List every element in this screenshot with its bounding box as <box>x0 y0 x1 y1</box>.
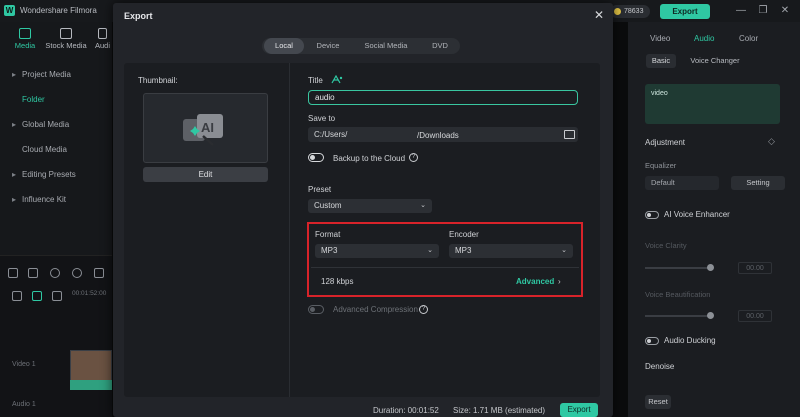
voice-clarity-label: Voice Clarity <box>645 241 687 250</box>
voice-beautification-label: Voice Beautification <box>645 290 711 299</box>
ai-voice-enhancer-label: AI Voice Enhancer <box>664 210 730 219</box>
ai-voice-enhancer-toggle[interactable] <box>645 211 659 219</box>
help-icon[interactable]: ? <box>409 153 418 162</box>
encoder-select[interactable]: MP3 ⌄ <box>449 244 573 258</box>
maximize-icon[interactable]: ❐ <box>756 4 770 18</box>
title-label: Title <box>308 76 323 85</box>
divider <box>289 63 290 397</box>
track-settings-icon[interactable] <box>52 291 62 301</box>
duration-text: Duration: 00:01:52 <box>373 406 439 415</box>
close-icon[interactable]: ✕ <box>592 8 606 22</box>
sidebar-item-project-media[interactable]: ▸ Project Media <box>12 70 71 79</box>
preset-select[interactable]: Custom ⌄ <box>308 199 432 213</box>
format-label: Format <box>315 230 341 239</box>
bitrate-value: 128 kbps <box>321 277 354 286</box>
undo-icon[interactable] <box>50 268 60 278</box>
sidebar-item-influence-kit[interactable]: ▸ Influence Kit <box>12 195 66 204</box>
advanced-compression-toggle[interactable] <box>308 305 324 314</box>
adjustment-title: Adjustment <box>645 138 686 147</box>
tab-color[interactable]: Color <box>739 34 758 43</box>
backup-cloud-toggle[interactable] <box>308 153 324 162</box>
chevron-down-icon: ⌄ <box>561 247 567 254</box>
audio-ducking-toggle[interactable] <box>645 337 659 345</box>
tab-social-media[interactable]: Social Media <box>356 38 416 54</box>
help-icon[interactable]: ? <box>419 305 428 314</box>
audio-waveform <box>70 380 112 390</box>
advanced-compression-label: Advanced Compression <box>333 305 418 314</box>
voice-beautification-slider[interactable] <box>645 312 714 319</box>
advanced-settings-link[interactable]: Advanced <box>516 277 554 286</box>
encoder-label: Encoder <box>449 230 479 239</box>
tab-stock-media[interactable]: Stock Media <box>45 28 87 50</box>
equalizer-select[interactable]: Default <box>645 176 719 190</box>
ai-rename-icon[interactable] <box>331 75 343 84</box>
sidebar-item-global-media[interactable]: ▸ Global Media <box>12 120 69 129</box>
divider <box>311 267 579 268</box>
filmora-logo: W <box>4 5 15 16</box>
backup-cloud-label: Backup to the Cloud <box>333 154 406 163</box>
svg-text:AI: AI <box>201 120 214 135</box>
timecode: 00:01:52:00 <box>72 290 107 297</box>
size-text: Size: 1.71 MB (estimated) <box>453 406 546 415</box>
diamond-icon[interactable]: ◇ <box>768 136 775 147</box>
add-track-icon[interactable] <box>12 291 22 301</box>
sidebar-item-folder[interactable]: Folder <box>12 95 45 104</box>
equalizer-setting-button[interactable]: Setting <box>731 176 785 190</box>
snap-icon[interactable] <box>32 291 42 301</box>
timeline-area <box>0 255 112 417</box>
chevron-down-icon: ⌄ <box>427 247 433 254</box>
app-title: Wondershare Filmora <box>20 6 97 15</box>
audio-ducking-label: Audio Ducking <box>664 336 716 345</box>
format-select[interactable]: MP3 ⌄ <box>315 244 439 258</box>
sidebar-item-editing-presets[interactable]: ▸ Editing Presets <box>12 170 76 179</box>
thumbnail-label: Thumbnail: <box>138 76 178 85</box>
redo-icon[interactable] <box>72 268 82 278</box>
tab-local[interactable]: Local <box>264 38 304 54</box>
save-path-folder: /Downloads <box>417 131 459 140</box>
voice-beautification-value[interactable]: 00.00 <box>738 310 772 322</box>
preset-label: Preset <box>308 185 332 194</box>
close-app-icon[interactable]: ✕ <box>778 4 792 18</box>
coins-badge[interactable]: 78633 <box>610 5 650 18</box>
tab-audio[interactable]: Audi <box>93 28 112 50</box>
minimize-icon[interactable]: — <box>734 4 748 18</box>
ai-thumbnail-icon: AI <box>183 114 223 146</box>
music-icon <box>98 28 107 39</box>
tab-media[interactable]: Media <box>10 28 40 50</box>
chevron-down-icon: ⌄ <box>420 202 426 209</box>
voice-clarity-value[interactable]: 00.00 <box>738 262 772 274</box>
layout-icon[interactable] <box>8 268 18 278</box>
denoise-label: Denoise <box>645 362 675 371</box>
subtab-voice-changer[interactable]: Voice Changer <box>686 54 744 68</box>
title-input[interactable]: audio <box>308 90 578 105</box>
reset-button[interactable]: Reset <box>645 395 671 409</box>
video-track-label: Video 1 <box>12 361 36 368</box>
save-to-label: Save to <box>308 114 336 123</box>
sidebar-item-cloud-media[interactable]: Cloud Media <box>12 145 67 154</box>
subtab-basic[interactable]: Basic <box>646 54 676 68</box>
dialog-title: Export <box>124 11 153 21</box>
equalizer-label: Equalizer <box>645 161 677 170</box>
chevron-right-icon[interactable]: › <box>558 277 561 286</box>
select-icon[interactable] <box>28 268 38 278</box>
folder-icon[interactable] <box>564 130 575 139</box>
tab-device[interactable]: Device <box>308 38 348 54</box>
stock-media-icon <box>60 28 72 39</box>
audio-wave-preview: video <box>645 84 780 124</box>
export-button[interactable]: Export <box>560 403 598 417</box>
right-panel <box>628 22 800 417</box>
tab-dvd[interactable]: DVD <box>422 38 458 54</box>
voice-clarity-slider[interactable] <box>645 264 714 271</box>
audio-track-label: Audio 1 <box>12 401 36 408</box>
tab-audio-props[interactable]: Audio <box>694 34 714 43</box>
tab-video[interactable]: Video <box>650 34 670 43</box>
media-icon <box>19 28 31 39</box>
delete-icon[interactable] <box>94 268 104 278</box>
top-export-button[interactable]: Export <box>660 4 710 19</box>
edit-thumbnail-button[interactable]: Edit <box>143 167 268 182</box>
